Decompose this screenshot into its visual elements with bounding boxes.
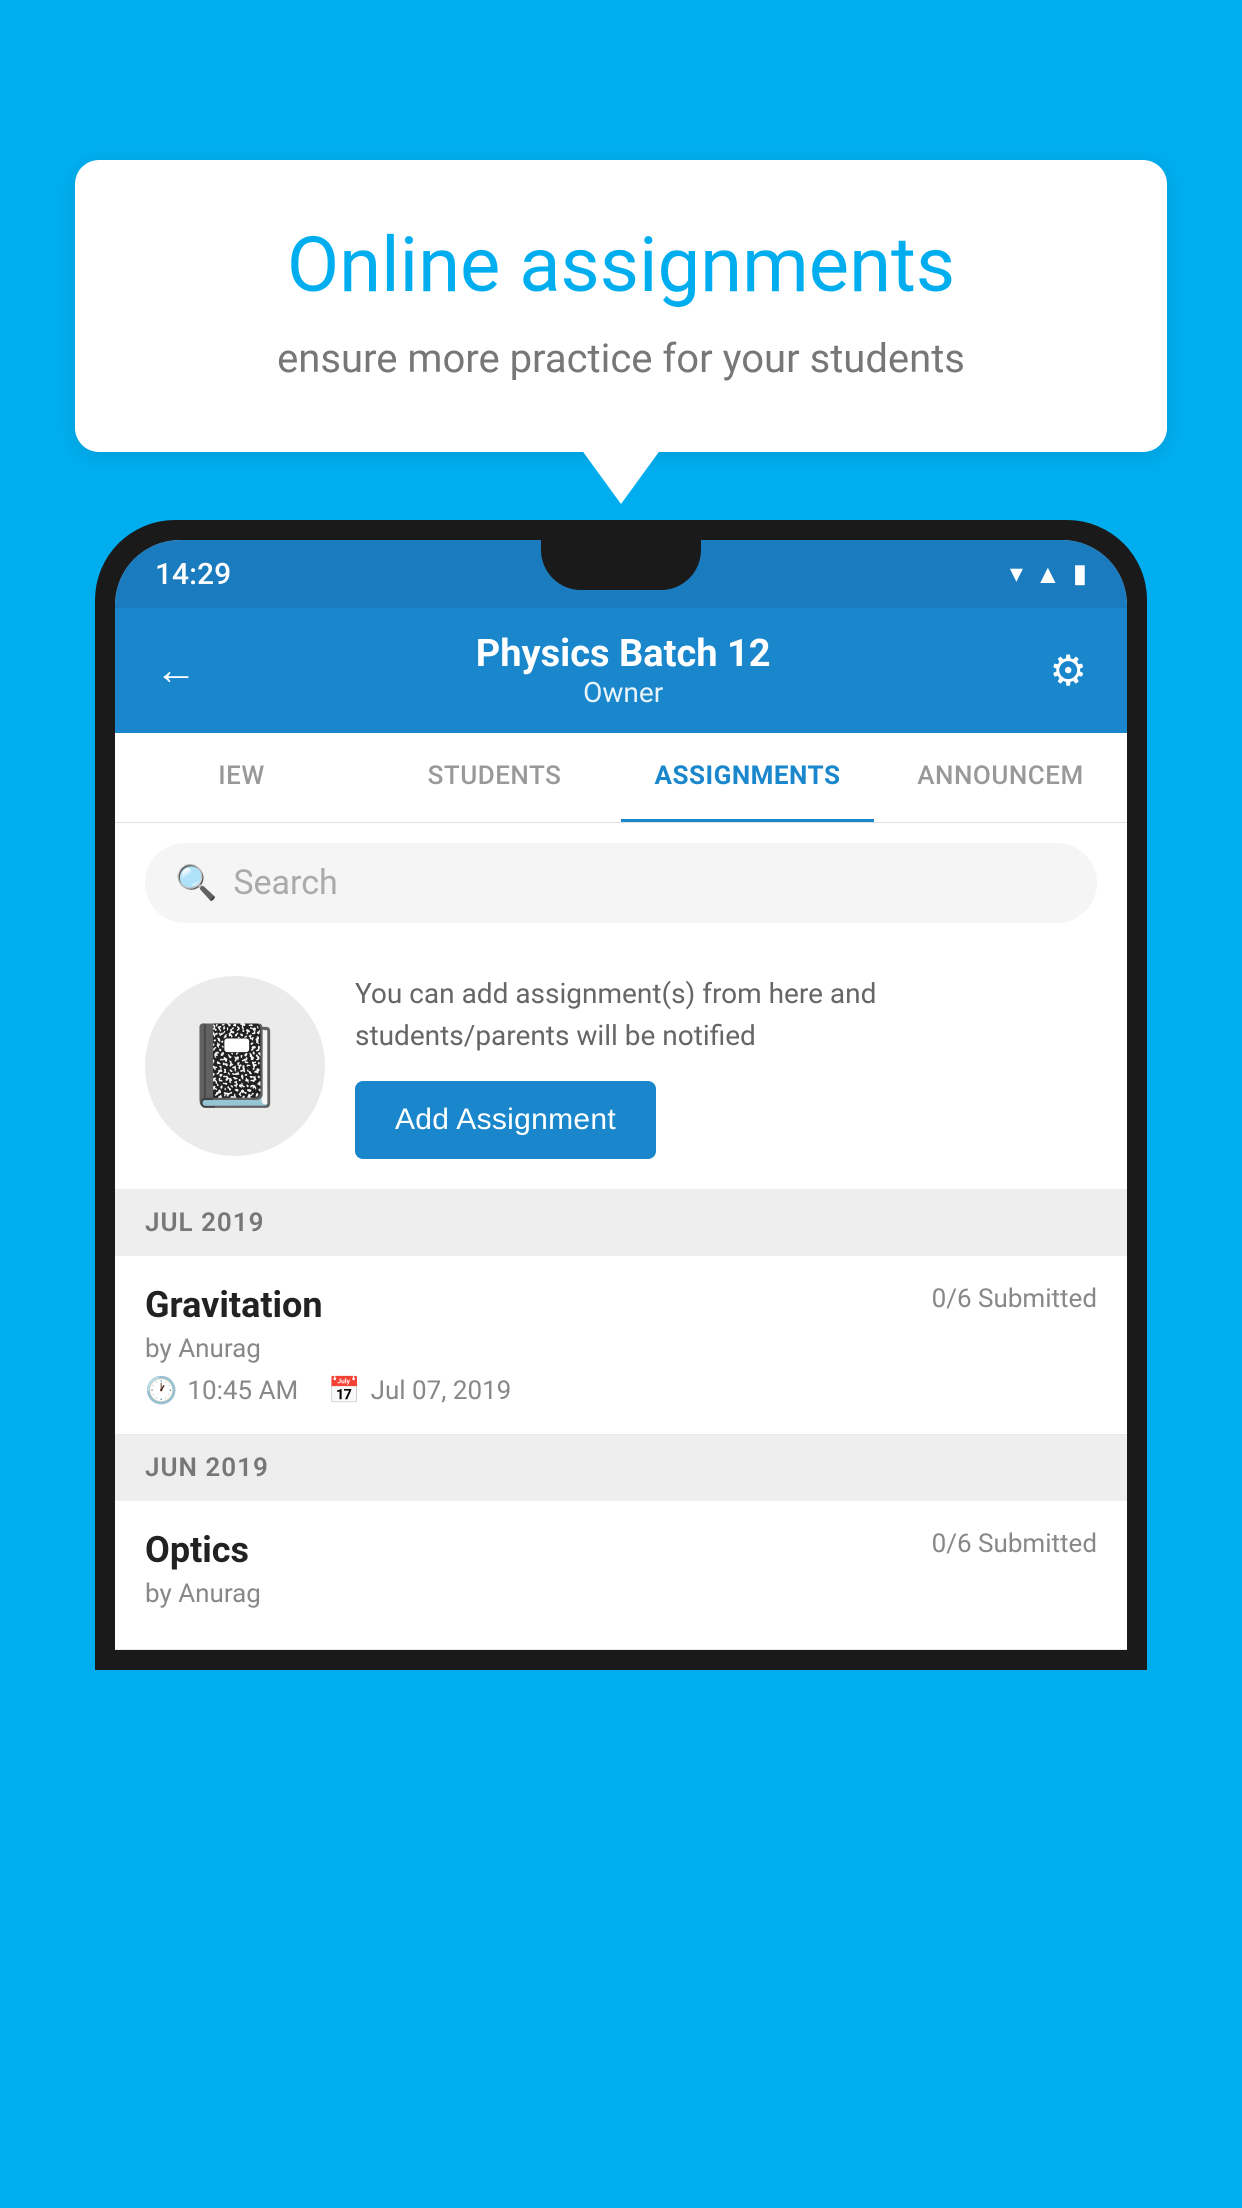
app-header: ← Physics Batch 12 Owner ⚙ [115,608,1127,733]
status-time: 14:29 [155,557,231,592]
tabs-container: IEW STUDENTS ASSIGNMENTS ANNOUNCEM [115,733,1127,823]
search-container: 🔍 Search [115,823,1127,943]
bubble-subtitle: ensure more practice for your students [145,335,1097,382]
signal-icon: ▲ [1035,559,1061,590]
header-title: Physics Batch 12 [476,632,771,676]
assignment-date: Jul 07, 2019 [371,1376,512,1406]
phone-outer: 14:29 ▾ ▲ ▮ ← Physics Batch 12 Owner ⚙ [95,520,1147,1670]
assignment-row-top: Gravitation 0/6 Submitted [145,1284,1097,1326]
header-subtitle: Owner [476,676,771,709]
promo-icon-circle: 📓 [145,976,325,1156]
tab-iew[interactable]: IEW [115,733,368,822]
back-button[interactable]: ← [155,646,197,695]
assignment-by-optics: by Anurag [145,1579,1097,1609]
add-assignment-button[interactable]: Add Assignment [355,1081,656,1159]
assignment-submitted-gravitation: 0/6 Submitted [932,1284,1097,1314]
tab-assignments[interactable]: ASSIGNMENTS [621,733,874,822]
content-area: 🔍 Search 📓 You can add assignment(s) fro… [115,823,1127,1650]
section-label-jun: JUN 2019 [145,1453,269,1483]
phone-wrapper: 14:29 ▾ ▲ ▮ ← Physics Batch 12 Owner ⚙ [95,520,1147,2208]
assignment-name-optics: Optics [145,1529,249,1571]
status-icons: ▾ ▲ ▮ [1010,559,1087,590]
assignment-name-gravitation: Gravitation [145,1284,323,1326]
assignment-row-top-optics: Optics 0/6 Submitted [145,1529,1097,1571]
notch [541,540,701,590]
assignment-submitted-optics: 0/6 Submitted [932,1529,1097,1559]
search-bar[interactable]: 🔍 Search [145,843,1097,923]
notebook-icon: 📓 [185,1019,285,1113]
phone-screen: 14:29 ▾ ▲ ▮ ← Physics Batch 12 Owner ⚙ [115,540,1127,1650]
header-center: Physics Batch 12 Owner [476,632,771,709]
search-placeholder: Search [233,863,337,903]
bubble-title: Online assignments [145,220,1097,311]
assignment-by-gravitation: by Anurag [145,1334,1097,1364]
wifi-icon: ▾ [1010,559,1023,589]
section-header-jun: JUN 2019 [115,1435,1127,1501]
tab-students[interactable]: STUDENTS [368,733,621,822]
promo-text: You can add assignment(s) from here and … [355,973,1097,1057]
tab-announcements[interactable]: ANNOUNCEM [874,733,1127,822]
assignment-meta-gravitation: 🕐 10:45 AM 📅 Jul 07, 2019 [145,1376,1097,1406]
section-label-jul: JUL 2019 [145,1208,265,1238]
status-bar: 14:29 ▾ ▲ ▮ [115,540,1127,608]
clock-icon: 🕐 [145,1376,177,1406]
promo-card: Online assignments ensure more practice … [75,160,1167,452]
meta-date: 📅 Jul 07, 2019 [328,1376,511,1406]
section-header-jul: JUL 2019 [115,1190,1127,1256]
calendar-icon: 📅 [328,1376,360,1406]
speech-bubble: Online assignments ensure more practice … [75,160,1167,452]
assignment-item-optics[interactable]: Optics 0/6 Submitted by Anurag [115,1501,1127,1650]
promo-section: 📓 You can add assignment(s) from here an… [115,943,1127,1190]
assignment-item-gravitation[interactable]: Gravitation 0/6 Submitted by Anurag 🕐 10… [115,1256,1127,1435]
search-icon: 🔍 [175,863,217,903]
promo-content: You can add assignment(s) from here and … [355,973,1097,1159]
battery-icon: ▮ [1073,559,1087,589]
settings-icon[interactable]: ⚙ [1049,646,1087,696]
meta-time: 🕐 10:45 AM [145,1376,298,1406]
assignment-time: 10:45 AM [187,1376,298,1406]
